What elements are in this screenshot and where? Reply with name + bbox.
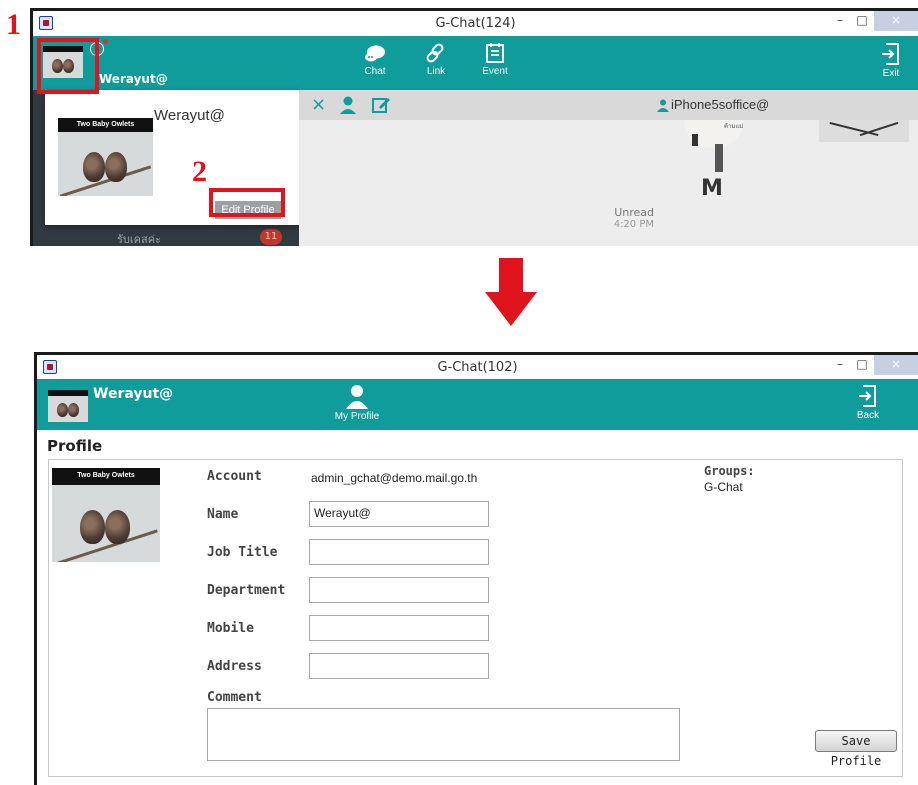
close-icon[interactable]: × <box>311 94 326 115</box>
step-1-marker: 1 <box>6 8 21 41</box>
save-profile-button[interactable]: Save Profile <box>815 730 897 768</box>
contact-icon[interactable] <box>339 95 359 115</box>
exit-label: Exit <box>882 68 900 79</box>
groups-label: Groups: <box>704 464 755 478</box>
avatar[interactable] <box>48 390 88 422</box>
comment-field[interactable] <box>207 708 680 761</box>
down-arrow-icon <box>485 258 537 326</box>
groups-value: G-Chat <box>704 480 743 494</box>
event-button[interactable]: Event <box>479 42 511 77</box>
toolbar-username: Werayut@ <box>93 386 174 402</box>
message-time: 4:20 PM <box>613 219 654 230</box>
gchat-window-chat: G-Chat(124) – □ × Werayut@ Chat Link Eve… <box>30 8 918 246</box>
popup-username: Werayut@ <box>154 107 225 124</box>
event-label: Event <box>482 66 508 77</box>
mobile-label: Mobile <box>207 621 254 636</box>
name-field[interactable]: Werayut@ <box>309 501 489 527</box>
window-title: G-Chat(102) <box>437 360 518 375</box>
person-icon <box>657 99 669 112</box>
mobile-field[interactable] <box>309 615 489 641</box>
address-field[interactable] <box>309 653 489 679</box>
department-label: Department <box>207 583 286 598</box>
maximize-button[interactable]: □ <box>852 11 872 31</box>
toolbar-username: Werayut@ <box>99 72 168 86</box>
close-window-button[interactable]: × <box>874 355 918 375</box>
list-item-preview: รับเคสค่ะ <box>117 233 161 246</box>
chat-icon <box>365 45 385 62</box>
comment-label: Comment <box>207 690 262 705</box>
profile-picture: Two Baby Owlets <box>58 118 153 196</box>
link-icon <box>426 43 444 63</box>
name-label: Name <box>207 507 239 522</box>
profile-content: Profile Two Baby Owlets Account admin_gc… <box>37 430 918 785</box>
event-icon <box>486 43 504 63</box>
title-bar-profile: G-Chat(102) – □ × <box>37 355 918 380</box>
minimize-button[interactable]: – <box>830 11 850 31</box>
window-title: G-Chat(124) <box>435 16 516 31</box>
unread-badge: 11 <box>260 229 282 245</box>
sticker-partial <box>819 120 909 142</box>
image-caption: Two Baby Owlets <box>76 121 135 128</box>
section-title: Profile <box>47 437 103 455</box>
exit-button[interactable]: Exit <box>876 42 906 79</box>
chat-contact-name: iPhone5soffice@ <box>671 97 770 112</box>
profile-form: Two Baby Owlets Account admin_gchat@demo… <box>48 459 903 777</box>
sticker-tie <box>715 144 723 172</box>
annotation-box-edit-profile <box>209 188 285 217</box>
my-profile-button[interactable]: My Profile <box>327 383 387 422</box>
title-bar: G-Chat(124) – □ × <box>33 11 918 36</box>
notification-dot <box>103 39 108 44</box>
link-label: Link <box>426 66 446 77</box>
unread-label: Unread <box>614 206 654 219</box>
profile-picture[interactable]: Two Baby Owlets <box>52 468 160 562</box>
account-value: admin_gchat@demo.mail.go.th <box>311 471 478 485</box>
chat-label: Chat <box>364 66 386 77</box>
annotation-box-avatar <box>37 38 99 94</box>
main-toolbar: Werayut@ Chat Link Event Exit <box>33 36 918 90</box>
back-label: Back <box>856 410 880 421</box>
back-button[interactable]: Back <box>853 384 883 421</box>
minimize-button[interactable]: – <box>830 355 850 375</box>
close-window-button[interactable]: × <box>874 11 918 31</box>
chat-button[interactable]: Chat <box>360 44 390 77</box>
profile-toolbar: Werayut@ My Profile Back <box>37 379 918 430</box>
person-icon <box>346 385 368 409</box>
exit-icon <box>882 43 899 65</box>
my-profile-label: My Profile <box>334 411 380 422</box>
back-icon <box>859 385 876 407</box>
account-label: Account <box>207 469 262 484</box>
department-field[interactable] <box>309 577 489 603</box>
sticker-legs: Ⅿ <box>701 176 723 201</box>
job-title-field[interactable] <box>309 539 489 565</box>
maximize-button[interactable]: □ <box>852 355 872 375</box>
job-title-label: Job Title <box>207 545 278 560</box>
image-caption: Two Baby Owlets <box>77 472 135 479</box>
address-label: Address <box>207 659 262 674</box>
edit-icon[interactable] <box>371 95 391 115</box>
chat-header: × iPhone5soffice@ <box>299 90 918 120</box>
gchat-window-profile: G-Chat(102) – □ × Werayut@ My Profile Ba… <box>34 352 918 785</box>
sticker-text: ค้ามแม่ <box>724 123 744 130</box>
link-button[interactable]: Link <box>421 42 451 77</box>
chat-messages: ค้ามแม่ Ⅿ Unread 4:20 PM <box>299 120 918 246</box>
step-2-marker: 2 <box>192 155 207 188</box>
sticker: ค้ามแม่ <box>684 120 744 148</box>
